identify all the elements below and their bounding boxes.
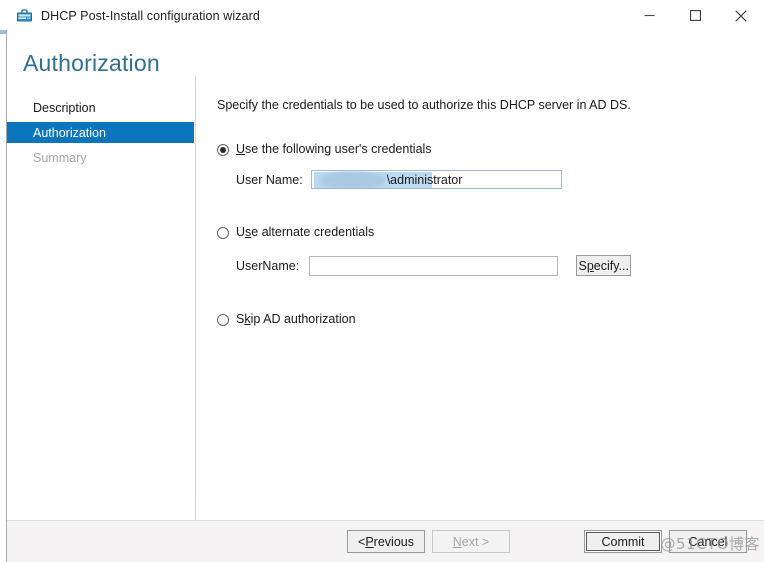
- sidebar-item-label: Summary: [33, 150, 87, 165]
- wizard-footer: < Previous Next > Commit Cancel: [7, 520, 764, 562]
- radio-label-rest: ip AD authorization: [250, 312, 356, 327]
- alternate-user-name-label: UserName:: [236, 258, 300, 273]
- wizard-body: Description Authorization Summary Specif…: [7, 76, 764, 520]
- page-title: Authorization: [23, 50, 160, 76]
- cancel-button-label: Cancel: [688, 534, 728, 549]
- previous-button-rest: revious: [373, 534, 414, 549]
- user-name-field-row: User Name: \administrator: [217, 170, 764, 190]
- minimize-icon[interactable]: [626, 0, 672, 31]
- background-window-titlebar: [0, 0, 7, 30]
- mnemonic-char: N: [452, 534, 462, 549]
- radio-label-rest: e alternate credentials: [251, 225, 375, 240]
- maximize-icon[interactable]: [672, 0, 718, 31]
- mnemonic-char: p: [586, 258, 594, 273]
- sidebar-item-label: Authorization: [33, 125, 106, 140]
- window-title: DHCP Post-Install configuration wizard: [41, 8, 260, 23]
- background-window-strip: [0, 0, 7, 562]
- sidebar-item-description[interactable]: Description: [7, 97, 195, 118]
- radio-label: Use alternate credentials: [236, 225, 374, 240]
- commit-button[interactable]: Commit: [584, 530, 662, 553]
- close-icon[interactable]: [718, 0, 764, 31]
- window-controls: [626, 0, 764, 31]
- user-name-label: User Name:: [236, 172, 303, 187]
- radio-label-pre: U: [236, 225, 246, 240]
- sidebar-item-summary: Summary: [7, 147, 195, 168]
- dhcp-server-icon: [16, 7, 33, 24]
- radio-button-icon[interactable]: [217, 227, 229, 240]
- next-button: Next >: [432, 530, 510, 553]
- dhcp-post-install-wizard-window: DHCP Post-Install configuration wizard A…: [7, 0, 764, 562]
- option-group-alternate-credentials: Use alternate credentials UserName: Sp ec…: [217, 225, 764, 277]
- user-name-input[interactable]: \administrator: [310, 170, 562, 190]
- option-group-following-credentials: Use the following user's credentials Use…: [217, 142, 764, 190]
- specify-button-rest: ecify...: [593, 258, 629, 273]
- mnemonic-char: U: [236, 142, 246, 157]
- radio-label: Use the following user's credentials: [236, 142, 432, 157]
- alternate-user-name-field-row: UserName: Sp ecify...: [217, 255, 764, 277]
- mnemonic-char: P: [365, 534, 374, 549]
- option-group-skip-authorization: Skip AD authorization: [217, 312, 764, 327]
- specify-button[interactable]: Sp ecify...: [576, 255, 632, 277]
- previous-button-pre: <: [358, 534, 366, 549]
- radio-skip-ad-authorization[interactable]: Skip AD authorization: [217, 312, 764, 327]
- specify-button-pre: S: [578, 258, 587, 273]
- titlebar: DHCP Post-Install configuration wizard: [7, 0, 764, 32]
- radio-label: Skip AD authorization: [236, 312, 356, 327]
- radio-use-alternate-credentials[interactable]: Use alternate credentials: [217, 225, 764, 240]
- radio-button-icon[interactable]: [217, 144, 229, 157]
- radio-button-icon[interactable]: [217, 314, 229, 327]
- sidebar-item-label: Description: [33, 100, 96, 115]
- next-button-rest: ext >: [461, 534, 490, 549]
- alternate-user-name-input[interactable]: [309, 255, 559, 276]
- instruction-text: Specify the credentials to be used to au…: [217, 98, 631, 113]
- background-window-accent: [0, 30, 6, 34]
- redacted-domain-blur: [319, 171, 385, 189]
- radio-use-following-credentials[interactable]: Use the following user's credentials: [217, 142, 764, 157]
- radio-label-rest: se the following user's credentials: [245, 142, 432, 157]
- wizard-step-navigation: Description Authorization Summary: [7, 76, 196, 520]
- cancel-button[interactable]: Cancel: [669, 530, 747, 553]
- previous-button[interactable]: < Previous: [347, 530, 425, 553]
- sidebar-item-authorization[interactable]: Authorization: [7, 122, 194, 144]
- commit-button-label: Commit: [601, 534, 645, 549]
- wizard-content: Specify the credentials to be used to au…: [196, 76, 764, 520]
